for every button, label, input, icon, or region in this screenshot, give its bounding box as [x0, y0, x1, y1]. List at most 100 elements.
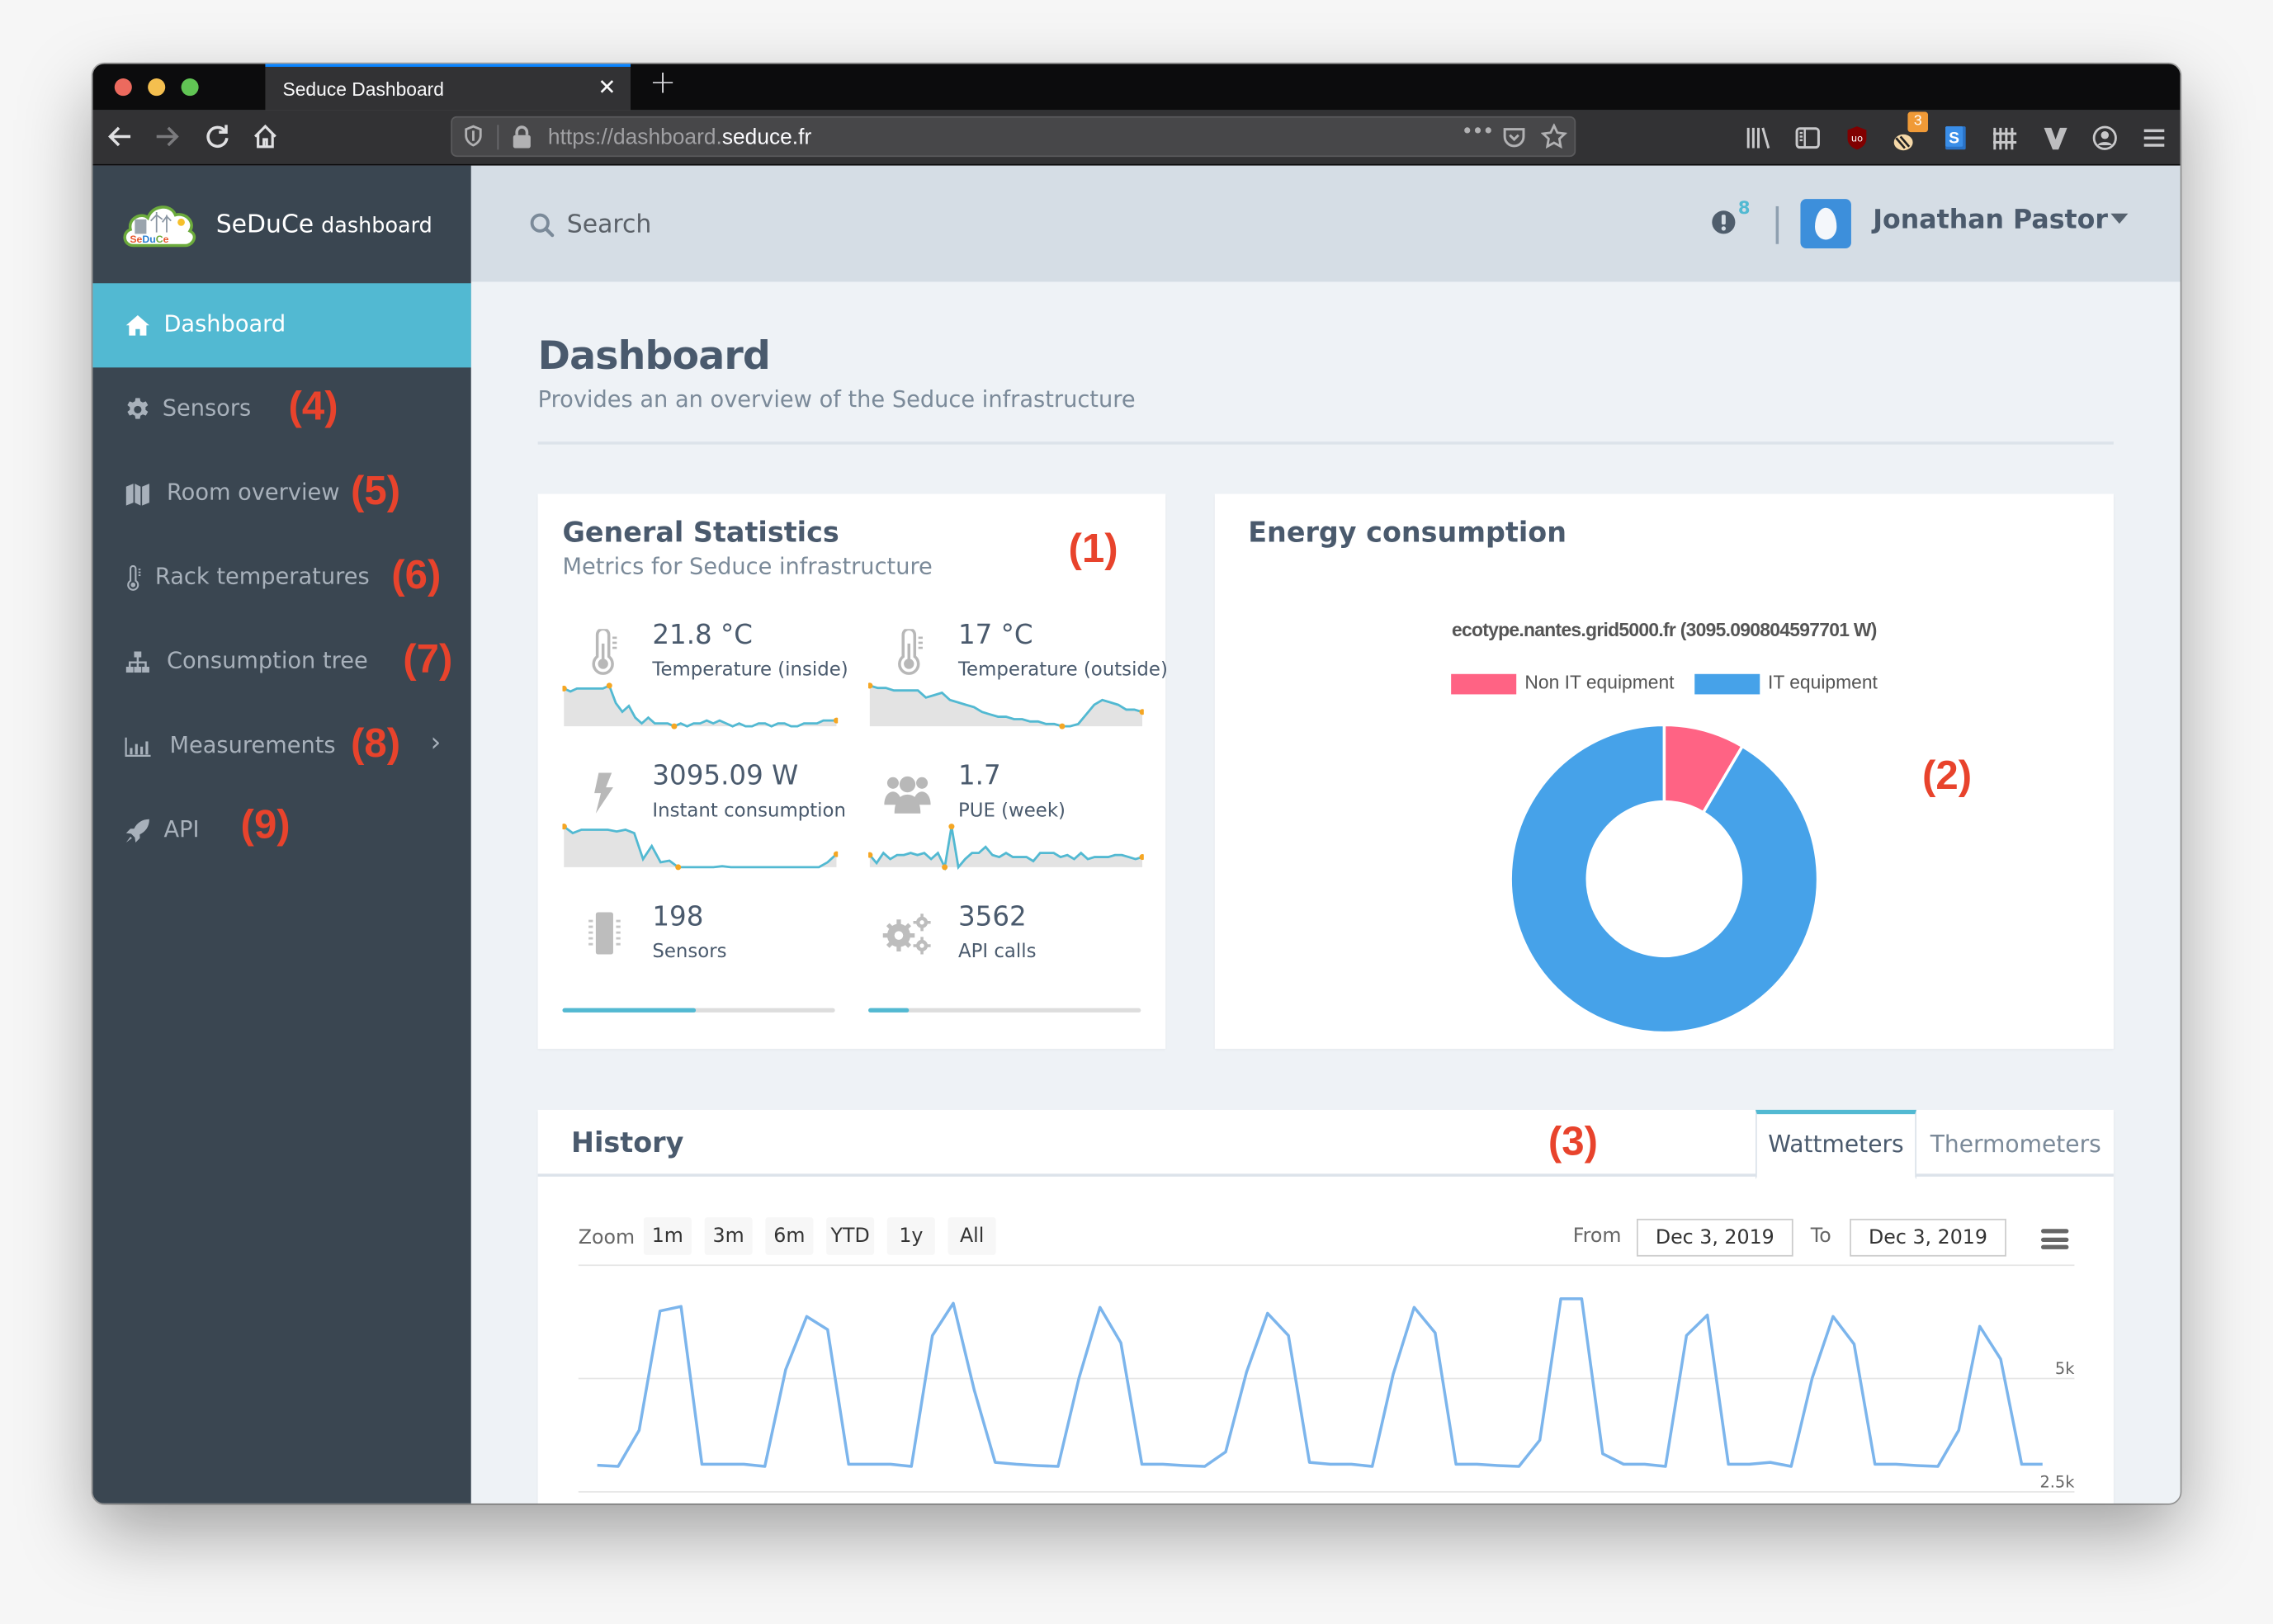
bookmark-star-icon[interactable]: [1541, 123, 1567, 150]
sidebar-item-api[interactable]: API (9): [92, 789, 470, 873]
history-header: History (3) Wattmeters Thermometers: [537, 1109, 2114, 1180]
map-icon: [125, 484, 149, 506]
sparkline-marker: [606, 682, 612, 689]
energy-donut-chart: [1509, 723, 1820, 1035]
simplenote-icon[interactable]: S: [1944, 125, 1967, 151]
stat-value: 3562: [957, 902, 1027, 933]
sidebar-item-rack-temperatures[interactable]: Rack temperatures (6): [92, 536, 470, 621]
sidebar-item-measurements[interactable]: Measurements (8) ›: [92, 705, 470, 789]
annotation-label: (4): [288, 383, 338, 429]
lock-icon[interactable]: [512, 125, 532, 149]
series-line-wattmeters: [597, 1297, 2043, 1468]
chevron-right-icon[interactable]: ›: [431, 728, 442, 758]
brand[interactable]: SeDuCe SeDuCe dashboard: [92, 166, 470, 282]
to-date-input[interactable]: [1850, 1218, 2006, 1257]
caret-down-icon[interactable]: [2110, 213, 2129, 224]
search-input[interactable]: [566, 205, 1002, 246]
alert-count-badge: 8: [1737, 197, 1751, 219]
tab-wattmeters[interactable]: Wattmeters: [1756, 1109, 1916, 1180]
app-root: SeDuCe SeDuCe dashboard Dashboard Sensor…: [92, 165, 2181, 1504]
sparkline-pue: [868, 824, 1144, 871]
sidebar-item-room-overview[interactable]: Room overview (5): [92, 451, 470, 536]
sidebar-item-dashboard[interactable]: Dashboard: [92, 283, 471, 368]
close-window-button[interactable]: [114, 78, 132, 97]
main-content: Dashboard Provides an an overview of the…: [470, 281, 2181, 1504]
annotation-label: (7): [403, 636, 453, 682]
pocket-icon[interactable]: [1502, 125, 1527, 149]
sparkline-instant-consumption: [562, 824, 839, 871]
sidebar-toggle-icon[interactable]: [1794, 125, 1821, 151]
zoom-1m-button[interactable]: 1m: [643, 1217, 692, 1255]
tab-title: Seduce Dashboard: [282, 78, 445, 101]
stat-label: Instant consumption: [652, 800, 846, 823]
sparkline-temperature-inside: [562, 682, 839, 729]
avatar[interactable]: [1800, 199, 1851, 249]
legend-label: Non IT equipment: [1524, 671, 1675, 693]
to-label: To: [1810, 1224, 1831, 1249]
maximize-window-button[interactable]: [181, 78, 199, 97]
fence-extension-icon[interactable]: [1992, 125, 2018, 151]
browser-window: Seduce Dashboard ✕ + https://dashboard.s…: [92, 64, 2181, 1504]
zoom-3m-button[interactable]: 3m: [704, 1217, 753, 1255]
from-label: From: [1572, 1224, 1622, 1249]
vimium-icon[interactable]: [2043, 125, 2069, 151]
browser-tab[interactable]: Seduce Dashboard ✕: [265, 64, 631, 111]
back-icon[interactable]: [106, 122, 135, 158]
url-text[interactable]: https://dashboard.seduce.fr: [548, 125, 811, 149]
privacy-badger-icon[interactable]: 3: [1890, 111, 1929, 152]
stat-api-calls: 3562 API calls: [868, 902, 1144, 1041]
card-subtitle: Metrics for Seduce infrastructure: [562, 553, 933, 580]
annotation-label: (3): [1548, 1118, 1598, 1164]
legend-item-non-it[interactable]: Non IT equipment: [1450, 671, 1675, 694]
sidebar-item-consumption-tree[interactable]: Consumption tree (7): [92, 621, 470, 705]
menu-icon[interactable]: [2143, 125, 2166, 151]
legend-item-it[interactable]: IT equipment: [1694, 671, 1878, 694]
zoom-all-button[interactable]: All: [947, 1217, 996, 1255]
user-name[interactable]: Jonathan Pastor: [1873, 205, 2108, 235]
thermometer-icon: [127, 565, 141, 591]
progress-fill: [868, 1008, 910, 1013]
annotation-label: (5): [351, 467, 401, 513]
extension-badge: 3: [1907, 111, 1929, 133]
forward-icon[interactable]: [152, 122, 181, 158]
reload-icon[interactable]: [203, 122, 232, 158]
address-bar[interactable]: https://dashboard.seduce.fr •••: [451, 116, 1576, 158]
sidebar-item-label: Rack temperatures: [154, 563, 370, 590]
chip-icon: [588, 912, 621, 955]
stat-value: 3095.09 W: [652, 761, 799, 792]
history-card: History (3) Wattmeters Thermometers Zoom…: [537, 1109, 2114, 1504]
zoom-1y-button[interactable]: 1y: [886, 1217, 935, 1255]
sparkline-marker: [1059, 723, 1066, 729]
tracking-protection-icon[interactable]: [464, 125, 483, 147]
zoom-ytd-button[interactable]: YTD: [826, 1217, 875, 1255]
page-title: Dashboard: [537, 333, 771, 380]
stat-value: 17 °C: [957, 620, 1033, 651]
sparkline-marker: [948, 824, 955, 830]
page-actions-icon[interactable]: •••: [1461, 120, 1494, 144]
chart-title: ecotype.nantes.grid5000.fr (3095.0908045…: [1452, 618, 1877, 641]
zoom-6m-button[interactable]: 6m: [765, 1217, 814, 1255]
sidebar-item-label: Room overview: [166, 479, 340, 506]
new-tab-button[interactable]: +: [650, 65, 676, 102]
url-prefix: https://dashboard.: [547, 125, 722, 150]
legend-swatch: [1450, 673, 1516, 694]
tab-thermometers[interactable]: Thermometers: [1918, 1110, 2114, 1177]
account-icon[interactable]: [2091, 125, 2118, 151]
from-date-input[interactable]: [1636, 1218, 1793, 1257]
library-icon[interactable]: [1746, 125, 1772, 151]
rocket-icon: [125, 819, 149, 843]
stat-value: 198: [652, 902, 704, 933]
close-tab-icon[interactable]: ✕: [598, 74, 616, 101]
chart-menu-icon[interactable]: [2041, 1229, 2069, 1249]
stat-value: 21.8 °C: [652, 620, 754, 651]
alert-icon[interactable]: [1711, 209, 1737, 235]
home-icon[interactable]: [251, 122, 280, 158]
browser-nav-bar: https://dashboard.seduce.fr ••• uo 3 S: [92, 110, 2181, 166]
avatar-egg-icon: [1815, 207, 1837, 240]
ublock-origin-icon[interactable]: uo: [1845, 125, 1869, 151]
general-statistics-card: General Statistics Metrics for Seduce in…: [537, 493, 1168, 1049]
sidebar-item-sensors[interactable]: Sensors (4): [92, 367, 470, 451]
page-subtitle: Provides an an overview of the Seduce in…: [537, 386, 1136, 413]
minimize-window-button[interactable]: [148, 78, 166, 97]
divider: [537, 441, 2114, 445]
